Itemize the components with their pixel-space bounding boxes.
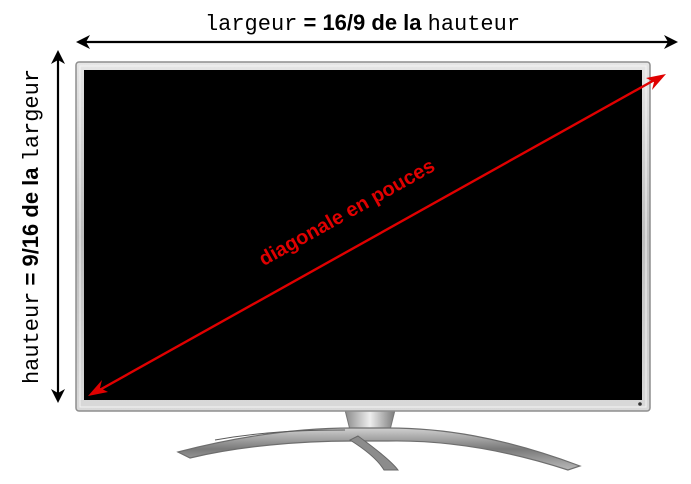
width-label: largeur = 16/9 de la hauteur <box>166 10 547 37</box>
height-label-rest: de la <box>18 161 43 223</box>
tv-screen <box>84 70 642 400</box>
tv-set <box>75 61 651 412</box>
height-label-fraction: 9/16 <box>18 224 43 267</box>
width-label-fraction: 16/9 <box>322 10 365 35</box>
width-dimension-arrow <box>76 35 678 49</box>
height-label-eq: = <box>18 267 43 292</box>
tv-dimensions-diagram: largeur = 16/9 de la hauteur hauteur = 9… <box>0 0 691 484</box>
height-dimension-arrow <box>51 50 65 403</box>
height-label-ref: largeur <box>20 69 45 161</box>
width-label-ref: hauteur <box>428 12 520 37</box>
tv-stand <box>176 409 582 471</box>
power-indicator <box>638 402 642 406</box>
width-label-var: largeur <box>205 12 297 37</box>
width-label-eq: = <box>297 10 322 35</box>
height-label-var: hauteur <box>20 292 45 384</box>
tv-illustration: largeur = 16/9 de la hauteur hauteur = 9… <box>18 10 678 471</box>
width-label-rest: de la <box>365 10 427 35</box>
height-label: hauteur = 9/16 de la largeur <box>18 41 45 422</box>
